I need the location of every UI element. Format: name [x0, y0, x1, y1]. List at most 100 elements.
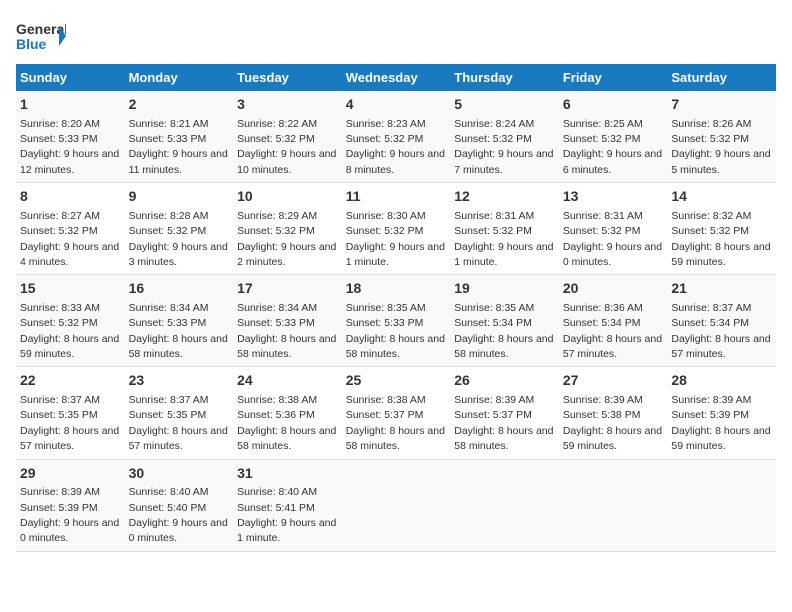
sunrise-info: Sunrise: 8:35 AM [454, 302, 534, 314]
day-cell: 26Sunrise: 8:39 AMSunset: 5:37 PMDayligh… [450, 367, 559, 459]
day-number: 14 [671, 187, 772, 207]
sunrise-info: Sunrise: 8:29 AM [237, 210, 317, 222]
sunrise-info: Sunrise: 8:24 AM [454, 118, 534, 130]
day-number: 28 [671, 371, 772, 391]
sunrise-info: Sunrise: 8:34 AM [129, 302, 209, 314]
day-cell: 22Sunrise: 8:37 AMSunset: 5:35 PMDayligh… [16, 367, 125, 459]
day-cell: 29Sunrise: 8:39 AMSunset: 5:39 PMDayligh… [16, 459, 125, 551]
day-number: 29 [20, 464, 121, 484]
day-number: 11 [346, 187, 447, 207]
sunrise-info: Sunrise: 8:34 AM [237, 302, 317, 314]
col-header-sunday: Sunday [16, 64, 125, 91]
sunset-info: Sunset: 5:32 PM [20, 317, 98, 329]
sunrise-info: Sunrise: 8:31 AM [563, 210, 643, 222]
daylight-label: Daylight: 9 hours and 2 minutes. [237, 241, 336, 268]
day-number: 1 [20, 95, 121, 115]
sunrise-info: Sunrise: 8:32 AM [671, 210, 751, 222]
day-number: 19 [454, 279, 555, 299]
day-cell [342, 459, 451, 551]
day-number: 16 [129, 279, 230, 299]
day-cell: 14Sunrise: 8:32 AMSunset: 5:32 PMDayligh… [667, 183, 776, 275]
day-cell: 19Sunrise: 8:35 AMSunset: 5:34 PMDayligh… [450, 275, 559, 367]
sunrise-info: Sunrise: 8:23 AM [346, 118, 426, 130]
daylight-label: Daylight: 8 hours and 58 minutes. [454, 333, 553, 360]
day-cell: 8Sunrise: 8:27 AMSunset: 5:32 PMDaylight… [16, 183, 125, 275]
sunset-info: Sunset: 5:32 PM [346, 225, 424, 237]
sunrise-info: Sunrise: 8:37 AM [129, 394, 209, 406]
daylight-label: Daylight: 9 hours and 11 minutes. [129, 148, 228, 175]
week-row-2: 8Sunrise: 8:27 AMSunset: 5:32 PMDaylight… [16, 183, 776, 275]
sunset-info: Sunset: 5:32 PM [563, 225, 641, 237]
day-number: 4 [346, 95, 447, 115]
daylight-label: Daylight: 8 hours and 59 minutes. [671, 425, 770, 452]
sunset-info: Sunset: 5:38 PM [563, 409, 641, 421]
sunset-info: Sunset: 5:41 PM [237, 502, 315, 514]
day-number: 24 [237, 371, 338, 391]
sunset-info: Sunset: 5:32 PM [129, 225, 207, 237]
day-number: 23 [129, 371, 230, 391]
day-cell: 23Sunrise: 8:37 AMSunset: 5:35 PMDayligh… [125, 367, 234, 459]
sunrise-info: Sunrise: 8:25 AM [563, 118, 643, 130]
daylight-label: Daylight: 9 hours and 1 minute. [237, 517, 336, 544]
daylight-label: Daylight: 9 hours and 12 minutes. [20, 148, 119, 175]
day-cell: 25Sunrise: 8:38 AMSunset: 5:37 PMDayligh… [342, 367, 451, 459]
day-cell: 30Sunrise: 8:40 AMSunset: 5:40 PMDayligh… [125, 459, 234, 551]
day-number: 30 [129, 464, 230, 484]
sunrise-info: Sunrise: 8:22 AM [237, 118, 317, 130]
day-number: 15 [20, 279, 121, 299]
sunset-info: Sunset: 5:32 PM [671, 133, 749, 145]
logo-svg: General Blue [16, 16, 66, 56]
day-cell [450, 459, 559, 551]
daylight-label: Daylight: 9 hours and 1 minute. [454, 241, 553, 268]
page-header: General Blue [16, 16, 776, 56]
sunset-info: Sunset: 5:33 PM [346, 317, 424, 329]
daylight-label: Daylight: 9 hours and 4 minutes. [20, 241, 119, 268]
day-cell [559, 459, 668, 551]
daylight-label: Daylight: 9 hours and 10 minutes. [237, 148, 336, 175]
daylight-label: Daylight: 8 hours and 58 minutes. [454, 425, 553, 452]
sunset-info: Sunset: 5:32 PM [563, 133, 641, 145]
col-header-friday: Friday [559, 64, 668, 91]
day-number: 31 [237, 464, 338, 484]
day-number: 25 [346, 371, 447, 391]
col-header-wednesday: Wednesday [342, 64, 451, 91]
sunrise-info: Sunrise: 8:31 AM [454, 210, 534, 222]
svg-text:Blue: Blue [16, 36, 47, 52]
logo: General Blue [16, 16, 66, 56]
day-number: 18 [346, 279, 447, 299]
day-cell: 17Sunrise: 8:34 AMSunset: 5:33 PMDayligh… [233, 275, 342, 367]
day-cell: 6Sunrise: 8:25 AMSunset: 5:32 PMDaylight… [559, 91, 668, 183]
daylight-label: Daylight: 8 hours and 57 minutes. [20, 425, 119, 452]
day-cell: 1Sunrise: 8:20 AMSunset: 5:33 PMDaylight… [16, 91, 125, 183]
daylight-label: Daylight: 8 hours and 57 minutes. [129, 425, 228, 452]
day-number: 8 [20, 187, 121, 207]
sunset-info: Sunset: 5:32 PM [454, 225, 532, 237]
day-cell: 20Sunrise: 8:36 AMSunset: 5:34 PMDayligh… [559, 275, 668, 367]
day-cell: 3Sunrise: 8:22 AMSunset: 5:32 PMDaylight… [233, 91, 342, 183]
daylight-label: Daylight: 9 hours and 0 minutes. [563, 241, 662, 268]
daylight-label: Daylight: 9 hours and 3 minutes. [129, 241, 228, 268]
sunset-info: Sunset: 5:36 PM [237, 409, 315, 421]
day-number: 17 [237, 279, 338, 299]
header-row: SundayMondayTuesdayWednesdayThursdayFrid… [16, 64, 776, 91]
daylight-label: Daylight: 8 hours and 58 minutes. [346, 425, 445, 452]
week-row-4: 22Sunrise: 8:37 AMSunset: 5:35 PMDayligh… [16, 367, 776, 459]
daylight-label: Daylight: 8 hours and 58 minutes. [237, 425, 336, 452]
day-cell: 10Sunrise: 8:29 AMSunset: 5:32 PMDayligh… [233, 183, 342, 275]
sunset-info: Sunset: 5:33 PM [20, 133, 98, 145]
daylight-label: Daylight: 8 hours and 59 minutes. [671, 241, 770, 268]
week-row-5: 29Sunrise: 8:39 AMSunset: 5:39 PMDayligh… [16, 459, 776, 551]
sunrise-info: Sunrise: 8:28 AM [129, 210, 209, 222]
sunset-info: Sunset: 5:32 PM [20, 225, 98, 237]
sunrise-info: Sunrise: 8:39 AM [671, 394, 751, 406]
day-number: 3 [237, 95, 338, 115]
day-cell: 7Sunrise: 8:26 AMSunset: 5:32 PMDaylight… [667, 91, 776, 183]
daylight-label: Daylight: 9 hours and 0 minutes. [20, 517, 119, 544]
sunrise-info: Sunrise: 8:40 AM [237, 486, 317, 498]
day-number: 5 [454, 95, 555, 115]
sunset-info: Sunset: 5:34 PM [671, 317, 749, 329]
day-cell: 11Sunrise: 8:30 AMSunset: 5:32 PMDayligh… [342, 183, 451, 275]
sunset-info: Sunset: 5:39 PM [671, 409, 749, 421]
sunset-info: Sunset: 5:33 PM [129, 317, 207, 329]
day-cell: 31 Sunrise: 8:40 AM Sunset: 5:41 PM Dayligh… [233, 459, 342, 551]
